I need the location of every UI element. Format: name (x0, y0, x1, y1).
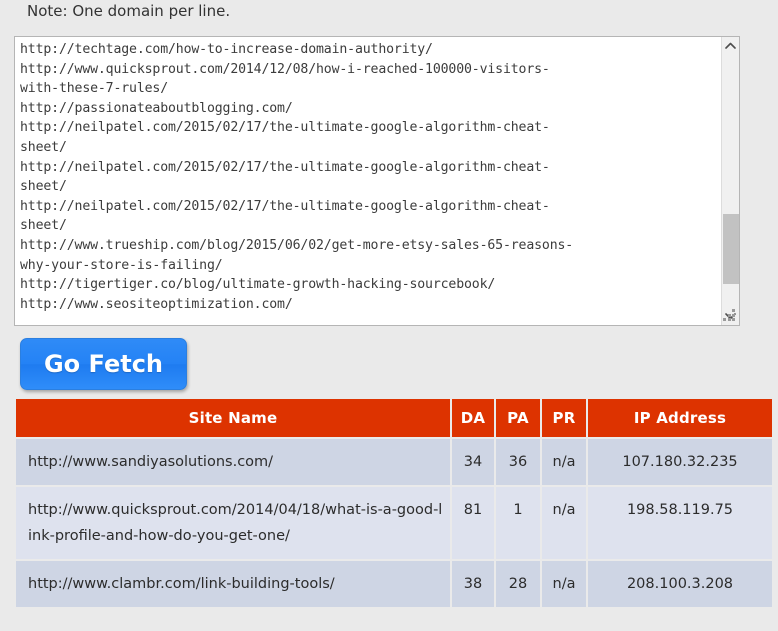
cell-da: 38 (452, 561, 494, 607)
table-header-row: Site Name DA PA PR IP Address (16, 399, 772, 437)
table-row: http://www.sandiyasolutions.com/ 34 36 n… (16, 439, 772, 485)
column-header-da[interactable]: DA (452, 399, 494, 437)
cell-pa: 28 (496, 561, 540, 607)
textarea-scrollbar[interactable] (721, 37, 739, 325)
column-header-ip-address[interactable]: IP Address (588, 399, 772, 437)
column-header-site-name[interactable]: Site Name (16, 399, 450, 437)
cell-ip-address: 198.58.119.75 (588, 487, 772, 559)
cell-pr: n/a (542, 439, 586, 485)
cell-site-name: http://www.clambr.com/link-building-tool… (16, 561, 450, 607)
cell-site-name: http://www.quicksprout.com/2014/04/18/wh… (16, 487, 450, 559)
domain-list-text: http://techtage.com/how-to-increase-doma… (20, 42, 574, 312)
cell-pr: n/a (542, 487, 586, 559)
column-header-pr[interactable]: PR (542, 399, 586, 437)
cell-pa: 36 (496, 439, 540, 485)
scrollbar-thumb[interactable] (723, 214, 739, 284)
cell-da: 81 (452, 487, 494, 559)
domain-list-textarea[interactable]: http://techtage.com/how-to-increase-doma… (14, 36, 740, 326)
scroll-up-arrow-icon[interactable] (722, 37, 739, 54)
column-header-pa[interactable]: PA (496, 399, 540, 437)
table-row: http://www.quicksprout.com/2014/04/18/wh… (16, 487, 772, 559)
cell-site-name: http://www.sandiyasolutions.com/ (16, 439, 450, 485)
note-label: Note: One domain per line. (27, 2, 231, 20)
cell-pr: n/a (542, 561, 586, 607)
cell-pa: 1 (496, 487, 540, 559)
page-root: Note: One domain per line. http://techta… (0, 0, 778, 631)
table-row: http://www.clambr.com/link-building-tool… (16, 561, 772, 607)
cell-ip-address: 208.100.3.208 (588, 561, 772, 607)
cell-ip-address: 107.180.32.235 (588, 439, 772, 485)
textarea-resize-handle-icon[interactable] (723, 309, 737, 323)
results-table: Site Name DA PA PR IP Address http://www… (14, 397, 774, 609)
go-fetch-button[interactable]: Go Fetch (20, 338, 187, 390)
cell-da: 34 (452, 439, 494, 485)
